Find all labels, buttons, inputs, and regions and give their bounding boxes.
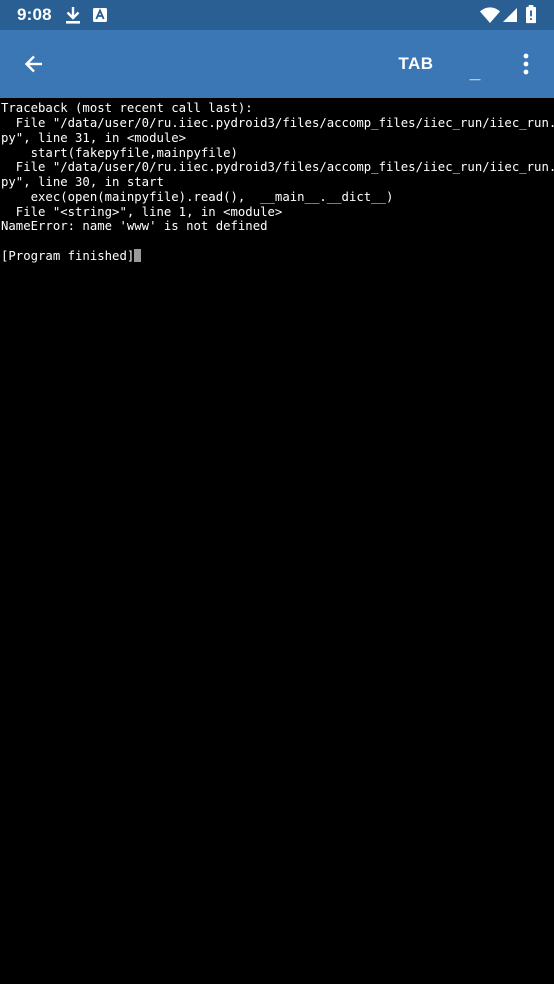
terminal-line: File "/data/user/0/ru.iiec.pydroid3/file… <box>1 116 554 130</box>
terminal-line: Traceback (most recent call last): <box>1 101 253 115</box>
terminal-line: start(fakepyfile,mainpyfile) <box>1 146 238 160</box>
more-options-button[interactable] <box>508 44 544 84</box>
terminal-cursor <box>134 249 142 262</box>
terminal-line: exec(open(mainpyfile).read(), __main__._… <box>1 190 394 204</box>
wifi-icon <box>480 7 500 23</box>
battery-icon <box>526 5 536 24</box>
terminal-prompt-line: [Program finished] <box>1 249 142 264</box>
terminal-line: py", line 31, in <module> <box>1 131 187 145</box>
arrow-back-icon <box>24 55 42 73</box>
underscore-button[interactable]: _ <box>458 44 492 84</box>
tab-button[interactable]: TAB <box>390 44 442 84</box>
a-notification-icon <box>93 8 107 22</box>
signal-icon <box>503 8 517 22</box>
underscore-label: _ <box>469 62 481 83</box>
status-bar: 9:08 <box>0 0 554 30</box>
app-bar: TAB _ <box>0 30 554 98</box>
download-icon <box>66 7 80 24</box>
back-button[interactable] <box>14 44 54 84</box>
terminal-line: File "/data/user/0/ru.iiec.pydroid3/file… <box>1 160 554 174</box>
terminal-line: File "<string>", line 1, in <module> <box>1 205 283 219</box>
program-finished-text: [Program finished] <box>1 249 135 263</box>
more-vert-icon <box>523 53 529 75</box>
terminal-line: NameError: name 'www' is not defined <box>1 219 268 233</box>
terminal-line: py", line 30, in start <box>1 175 164 189</box>
status-time: 9:08 <box>17 5 52 24</box>
terminal-output[interactable]: Traceback (most recent call last): File … <box>0 98 554 984</box>
